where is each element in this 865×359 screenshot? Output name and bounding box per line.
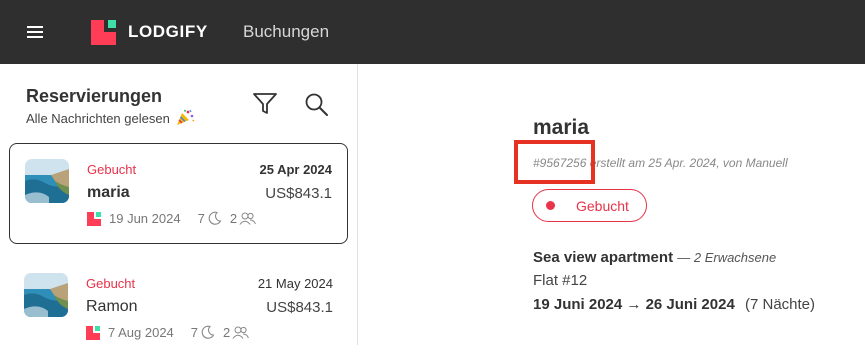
- property-name: Sea view apartment: [533, 249, 674, 266]
- reservation-status: Gebucht: [87, 162, 137, 177]
- lodgify-source-icon: [87, 211, 101, 226]
- status-badge-label: Gebucht: [576, 197, 629, 214]
- party-popper-icon: [177, 109, 195, 125]
- booking-id-highlight: [514, 140, 595, 184]
- lodgify-logo-icon: [91, 20, 116, 45]
- guests-count: — 2 Erwachsene: [677, 250, 777, 265]
- property-thumbnail: [24, 273, 68, 317]
- reservation-guest-name: Ramon: [86, 298, 138, 315]
- reservation-date: 21 May 2024: [257, 276, 333, 291]
- sidebar-subtitle: Alle Nachrichten gelesen: [26, 109, 195, 126]
- reservation-guests: 2: [229, 210, 238, 226]
- status-badge[interactable]: Gebucht: [532, 189, 647, 222]
- search-icon[interactable]: [304, 92, 330, 123]
- lodgify-logo[interactable]: LODGIFY: [91, 19, 208, 45]
- reservation-nights: 7: [197, 210, 205, 226]
- sidebar-title: Reservierungen: [26, 86, 163, 106]
- reservation-detail-panel: maria #9567256 erstellt am 25 Apr. 2024,…: [359, 64, 865, 345]
- property-line: Sea view apartment — 2 Erwachsene: [533, 249, 776, 266]
- logo-text: LODGIFY: [128, 22, 208, 41]
- reservation-card[interactable]: Gebucht 21 May 2024 Ramon US$843.1 7 Aug…: [9, 258, 348, 359]
- detail-guest-name: maria: [533, 116, 590, 139]
- reservations-sidebar: Reservierungen Alle Nachrichten gelesen: [0, 64, 358, 345]
- reservation-price: US$843.1: [265, 185, 332, 202]
- property-thumbnail: [25, 159, 69, 203]
- checkin-date: 19 Juni 2024: [533, 296, 623, 313]
- reservation-checkin: 19 Jun 2024: [109, 210, 181, 226]
- sidebar-subtitle-text: Alle Nachrichten gelesen: [26, 111, 170, 126]
- reservation-guest-name: maria: [87, 184, 130, 201]
- date-arrow: →: [626, 296, 642, 313]
- reservation-date: 25 Apr 2024: [259, 162, 332, 177]
- reservation-checkin: 7 Aug 2024: [108, 324, 174, 340]
- stay-dates: 19 Juni 2024 → 26 Juni 2024 (7 Nächte): [533, 296, 815, 313]
- nav-link-bookings[interactable]: Buchungen: [243, 22, 329, 42]
- filter-icon[interactable]: [252, 92, 278, 121]
- checkout-date: 26 Juni 2024: [645, 296, 735, 313]
- reservation-meta: 19 Jun 2024 7 2: [87, 210, 256, 226]
- nights-count: (7 Nächte): [744, 296, 816, 313]
- lodgify-source-icon: [86, 325, 100, 340]
- hamburger-menu-icon[interactable]: [27, 26, 43, 38]
- reservation-nights: 7: [190, 324, 199, 340]
- top-navigation-bar: LODGIFY Buchungen: [0, 0, 865, 64]
- reservation-guests: 2: [223, 324, 231, 340]
- moon-icon: [208, 211, 222, 225]
- reservation-meta: 7 Aug 2024 7 2: [86, 324, 250, 340]
- created-info: erstellt am 25 Apr. 2024, von Manuell: [586, 156, 788, 170]
- guests-icon: [232, 326, 250, 339]
- guests-icon: [239, 212, 256, 225]
- reservation-status: Gebucht: [86, 276, 136, 291]
- status-dot: [546, 201, 555, 210]
- reservation-price: US$843.1: [266, 299, 333, 316]
- moon-icon: [201, 325, 215, 339]
- reservation-card[interactable]: Gebucht 25 Apr 2024 maria US$843.1 19 Ju…: [9, 143, 348, 244]
- room-name: Flat #12: [533, 272, 588, 289]
